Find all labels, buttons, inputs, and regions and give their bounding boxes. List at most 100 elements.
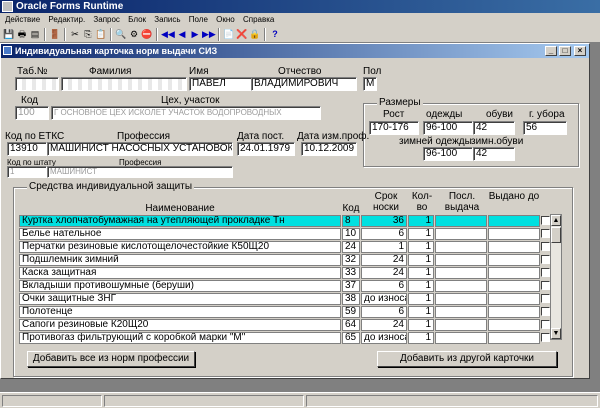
item-code[interactable]: 37 (342, 280, 360, 292)
item-qty[interactable]: 1 (408, 332, 434, 344)
cut-icon[interactable]: ✂ (69, 28, 81, 40)
last-record-icon[interactable]: ▶▶ (202, 28, 216, 40)
winter-shoes-field[interactable]: 42 (473, 147, 515, 161)
item-code[interactable]: 24 (342, 241, 360, 253)
item-term[interactable]: 6 (361, 228, 407, 240)
shop-field[interactable]: Г ОСНОВНОЕ ЦЕХ ИСКОЛЕТ УЧАСТОК ВОДОПРОВО… (51, 106, 321, 120)
item-code[interactable]: 10 (342, 228, 360, 240)
item-issued-until[interactable] (488, 241, 540, 253)
item-term[interactable]: 6 (361, 306, 407, 318)
item-last-issue[interactable] (435, 293, 487, 305)
copy-icon[interactable]: ⎘ (82, 28, 94, 40)
item-qty[interactable]: 1 (408, 293, 434, 305)
item-checkbox[interactable] (541, 281, 550, 290)
enter-query-icon[interactable]: 🔍 (115, 28, 127, 40)
print-icon[interactable]: 🖶 (16, 28, 28, 40)
item-issued-until[interactable] (488, 293, 540, 305)
item-issued-until[interactable] (488, 215, 540, 227)
item-term[interactable]: 6 (361, 280, 407, 292)
item-qty[interactable]: 1 (408, 267, 434, 279)
item-checkbox[interactable] (541, 268, 550, 277)
paste-icon[interactable]: 📋 (95, 28, 107, 40)
item-code[interactable]: 8 (342, 215, 360, 227)
scroll-down-icon[interactable]: ▼ (551, 328, 561, 339)
item-qty[interactable]: 1 (408, 306, 434, 318)
item-checkbox[interactable] (541, 216, 550, 225)
item-issued-until[interactable] (488, 267, 540, 279)
menu-field[interactable]: Поле (186, 13, 211, 26)
scroll-up-icon[interactable]: ▲ (551, 215, 561, 226)
clothes-field[interactable]: 96-100 (423, 121, 473, 135)
menu-query[interactable]: Запрос (90, 13, 123, 26)
item-last-issue[interactable] (435, 241, 487, 253)
item-name[interactable]: Полотенце (19, 306, 341, 318)
execute-query-icon[interactable]: ⚙ (128, 28, 140, 40)
item-code[interactable]: 33 (342, 267, 360, 279)
menu-help[interactable]: Справка (240, 13, 277, 26)
item-issued-until[interactable] (488, 228, 540, 240)
item-term[interactable]: до износа (361, 293, 407, 305)
winter-clothes-field[interactable]: 96-100 (423, 147, 473, 161)
prev-record-icon[interactable]: ◀ (176, 28, 188, 40)
item-name[interactable]: Вкладыши противошумные (беруши) (19, 280, 341, 292)
patronymic-field[interactable]: ВЛАДИМИРОВИЧ (251, 77, 357, 91)
item-issued-until[interactable] (488, 306, 540, 318)
add-from-other-card-button[interactable]: Добавить из другой карточки (377, 351, 557, 367)
item-qty[interactable]: 1 (408, 254, 434, 266)
code-field[interactable]: 100 (15, 106, 49, 120)
item-term[interactable]: 36 (361, 215, 407, 227)
staff-code-field[interactable]: 1 (7, 166, 47, 178)
etks-code-field[interactable]: 13910 (7, 142, 47, 156)
menu-action[interactable]: Действие (2, 13, 43, 26)
item-issued-until[interactable] (488, 319, 540, 331)
tab-no-field[interactable]: 1 (15, 77, 59, 91)
print-preview-icon[interactable]: ▤ (29, 28, 41, 40)
add-from-norms-button[interactable]: Добавить все из норм профессии (27, 351, 195, 367)
menu-edit[interactable]: Редактир. (45, 13, 88, 26)
item-name[interactable]: Куртка хлопчатобумажная на утепляющей пр… (19, 215, 341, 227)
item-qty[interactable]: 1 (408, 241, 434, 253)
item-name[interactable]: Каска защитная (19, 267, 341, 279)
item-checkbox[interactable] (541, 307, 550, 316)
item-name[interactable]: Очки защитные ЗНГ (19, 293, 341, 305)
headwear-field[interactable]: 56 (523, 121, 567, 135)
profession2-field[interactable]: МАШИНИСТ (47, 166, 233, 178)
item-checkbox[interactable] (541, 229, 550, 238)
item-code[interactable]: 65 (342, 332, 360, 344)
items-scrollbar[interactable]: ▲ ▼ (550, 214, 562, 340)
item-last-issue[interactable] (435, 267, 487, 279)
date-change-field[interactable]: 10.12.2009 (301, 142, 357, 156)
item-name[interactable]: Подшлемник зимний (19, 254, 341, 266)
item-last-issue[interactable] (435, 319, 487, 331)
item-checkbox[interactable] (541, 294, 550, 303)
close-button[interactable]: × (574, 46, 586, 56)
next-record-icon[interactable]: ▶ (189, 28, 201, 40)
item-qty[interactable]: 1 (408, 280, 434, 292)
item-name[interactable]: Сапоги резиновые К20Щ20 (19, 319, 341, 331)
profession-field[interactable]: МАШИНИСТ НАСОСНЫХ УСТАНОВОК (47, 142, 233, 156)
item-checkbox[interactable] (541, 333, 550, 342)
item-code[interactable]: 64 (342, 319, 360, 331)
item-term[interactable]: 24 (361, 319, 407, 331)
scroll-thumb[interactable] (551, 227, 561, 243)
lock-record-icon[interactable]: 🔒 (249, 28, 261, 40)
item-last-issue[interactable] (435, 280, 487, 292)
item-qty[interactable]: 1 (408, 228, 434, 240)
item-checkbox[interactable] (541, 242, 550, 251)
item-name[interactable]: Белье нательное (19, 228, 341, 240)
item-issued-until[interactable] (488, 254, 540, 266)
item-code[interactable]: 32 (342, 254, 360, 266)
delete-record-icon[interactable]: ❌ (236, 28, 248, 40)
date-post-field[interactable]: 24.01.1979 (237, 142, 295, 156)
save-icon[interactable]: 💾 (3, 28, 15, 40)
item-issued-until[interactable] (488, 332, 540, 344)
exit-icon[interactable]: 🚪 (49, 28, 61, 40)
item-last-issue[interactable] (435, 254, 487, 266)
item-term[interactable]: 24 (361, 267, 407, 279)
item-issued-until[interactable] (488, 280, 540, 292)
item-last-issue[interactable] (435, 228, 487, 240)
item-checkbox[interactable] (541, 320, 550, 329)
maximize-button[interactable]: □ (559, 46, 571, 56)
item-checkbox[interactable] (541, 255, 550, 264)
item-name[interactable]: Противогаз фильтрующий с коробкой марки … (19, 332, 341, 344)
